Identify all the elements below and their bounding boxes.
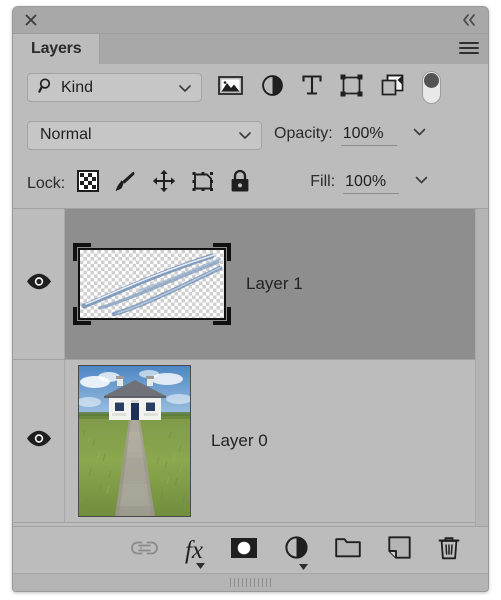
layer-name[interactable]: Layer 1 xyxy=(246,274,303,294)
fill-chevron-down-icon[interactable] xyxy=(415,171,428,189)
tab-layers[interactable]: Layers xyxy=(13,34,101,64)
toggle-knob xyxy=(424,73,439,88)
eye-icon[interactable] xyxy=(26,430,52,452)
new-adjustment-layer-button[interactable] xyxy=(285,536,308,570)
chevron-down-icon xyxy=(239,132,251,139)
tab-layers-label: Layers xyxy=(31,40,82,57)
filter-enable-toggle[interactable] xyxy=(422,71,441,104)
fill-input[interactable]: 100% xyxy=(343,173,400,194)
lock-label: Lock: xyxy=(27,174,66,192)
filter-shape-layers-icon[interactable] xyxy=(340,74,363,102)
lock-all-icon[interactable] xyxy=(230,169,250,198)
filter-smart-objects-icon[interactable] xyxy=(381,74,404,102)
thumbnail-corner-handle xyxy=(73,307,91,325)
layer-visibility-cell xyxy=(13,209,65,359)
layer-list[interactable]: Layer 1 Layer 0 xyxy=(13,209,488,526)
lock-transparent-pixels-icon[interactable] xyxy=(77,170,100,197)
thumbnail-corner-handle xyxy=(213,243,231,261)
table-row[interactable]: Layer 1 xyxy=(13,209,488,360)
layer-thumbnail-photo[interactable] xyxy=(78,365,191,517)
panel-menu-icon[interactable] xyxy=(459,42,479,56)
layer-name[interactable]: Layer 0 xyxy=(211,431,268,451)
opacity-chevron-down-icon[interactable] xyxy=(413,123,426,141)
filter-kind-select[interactable]: Kind xyxy=(27,73,202,102)
layer-thumbnail-container[interactable] xyxy=(73,243,231,325)
eye-icon[interactable] xyxy=(26,273,52,295)
lock-position-icon[interactable] xyxy=(152,169,176,198)
filter-row: Kind xyxy=(13,64,488,111)
opacity-field: Opacity: 100% xyxy=(274,125,426,146)
layer-thumbnail-transparent xyxy=(78,248,226,320)
fill-field: Fill: 100% xyxy=(310,173,428,194)
layer-visibility-cell xyxy=(13,360,65,522)
fill-label: Fill: xyxy=(310,173,336,190)
fx-dropdown-caret-icon[interactable] xyxy=(195,556,205,574)
resize-grip[interactable] xyxy=(229,578,272,587)
tabbar-filler xyxy=(100,34,488,64)
layers-bottom-toolbar: fx xyxy=(13,526,488,573)
layers-panel: Layers Kind Normal Opacity: 100% Lock: F… xyxy=(12,6,489,592)
filter-kind-label: Kind xyxy=(61,78,94,96)
lock-fill-row: Lock: Fill: 100% xyxy=(13,159,488,209)
blend-mode-value: Normal xyxy=(40,126,92,143)
layer-style-fx-button[interactable]: fx xyxy=(185,538,205,569)
close-icon[interactable] xyxy=(23,12,39,28)
panel-resize-gripbar[interactable] xyxy=(13,573,488,591)
lock-artboard-nesting-icon[interactable] xyxy=(191,170,215,198)
search-icon xyxy=(38,77,55,99)
filter-adjustment-layers-icon[interactable] xyxy=(261,74,284,102)
layer-row-body: Layer 1 xyxy=(65,209,488,359)
vertical-scrollbar[interactable] xyxy=(475,209,488,526)
add-layer-mask-button[interactable] xyxy=(230,537,258,564)
thumbnail-corner-handle xyxy=(213,307,231,325)
blend-mode-select[interactable]: Normal xyxy=(27,120,262,150)
table-row[interactable]: Layer 0 xyxy=(13,360,488,523)
filter-type-layers-icon[interactable] xyxy=(302,74,322,101)
opacity-label: Opacity: xyxy=(274,124,333,142)
chevron-down-icon xyxy=(179,84,191,92)
opacity-input[interactable]: 100% xyxy=(340,125,397,146)
new-group-button[interactable] xyxy=(335,537,361,563)
filter-pixel-layers-icon[interactable] xyxy=(218,75,243,101)
collapse-double-chevron-icon[interactable] xyxy=(460,12,478,28)
lock-image-pixels-icon[interactable] xyxy=(114,170,137,198)
new-layer-button[interactable] xyxy=(388,536,411,564)
delete-layer-button[interactable] xyxy=(438,536,460,565)
panel-tabbar: Layers xyxy=(13,34,488,64)
panel-titlebar xyxy=(13,7,488,34)
layer-row-body: Layer 0 xyxy=(65,360,488,522)
lock-icons-group xyxy=(77,169,250,198)
link-layers-button[interactable] xyxy=(131,539,158,562)
thumbnail-corner-handle xyxy=(73,243,91,261)
blend-opacity-row: Normal Opacity: 100% xyxy=(13,111,488,159)
filter-type-icons xyxy=(218,74,404,102)
